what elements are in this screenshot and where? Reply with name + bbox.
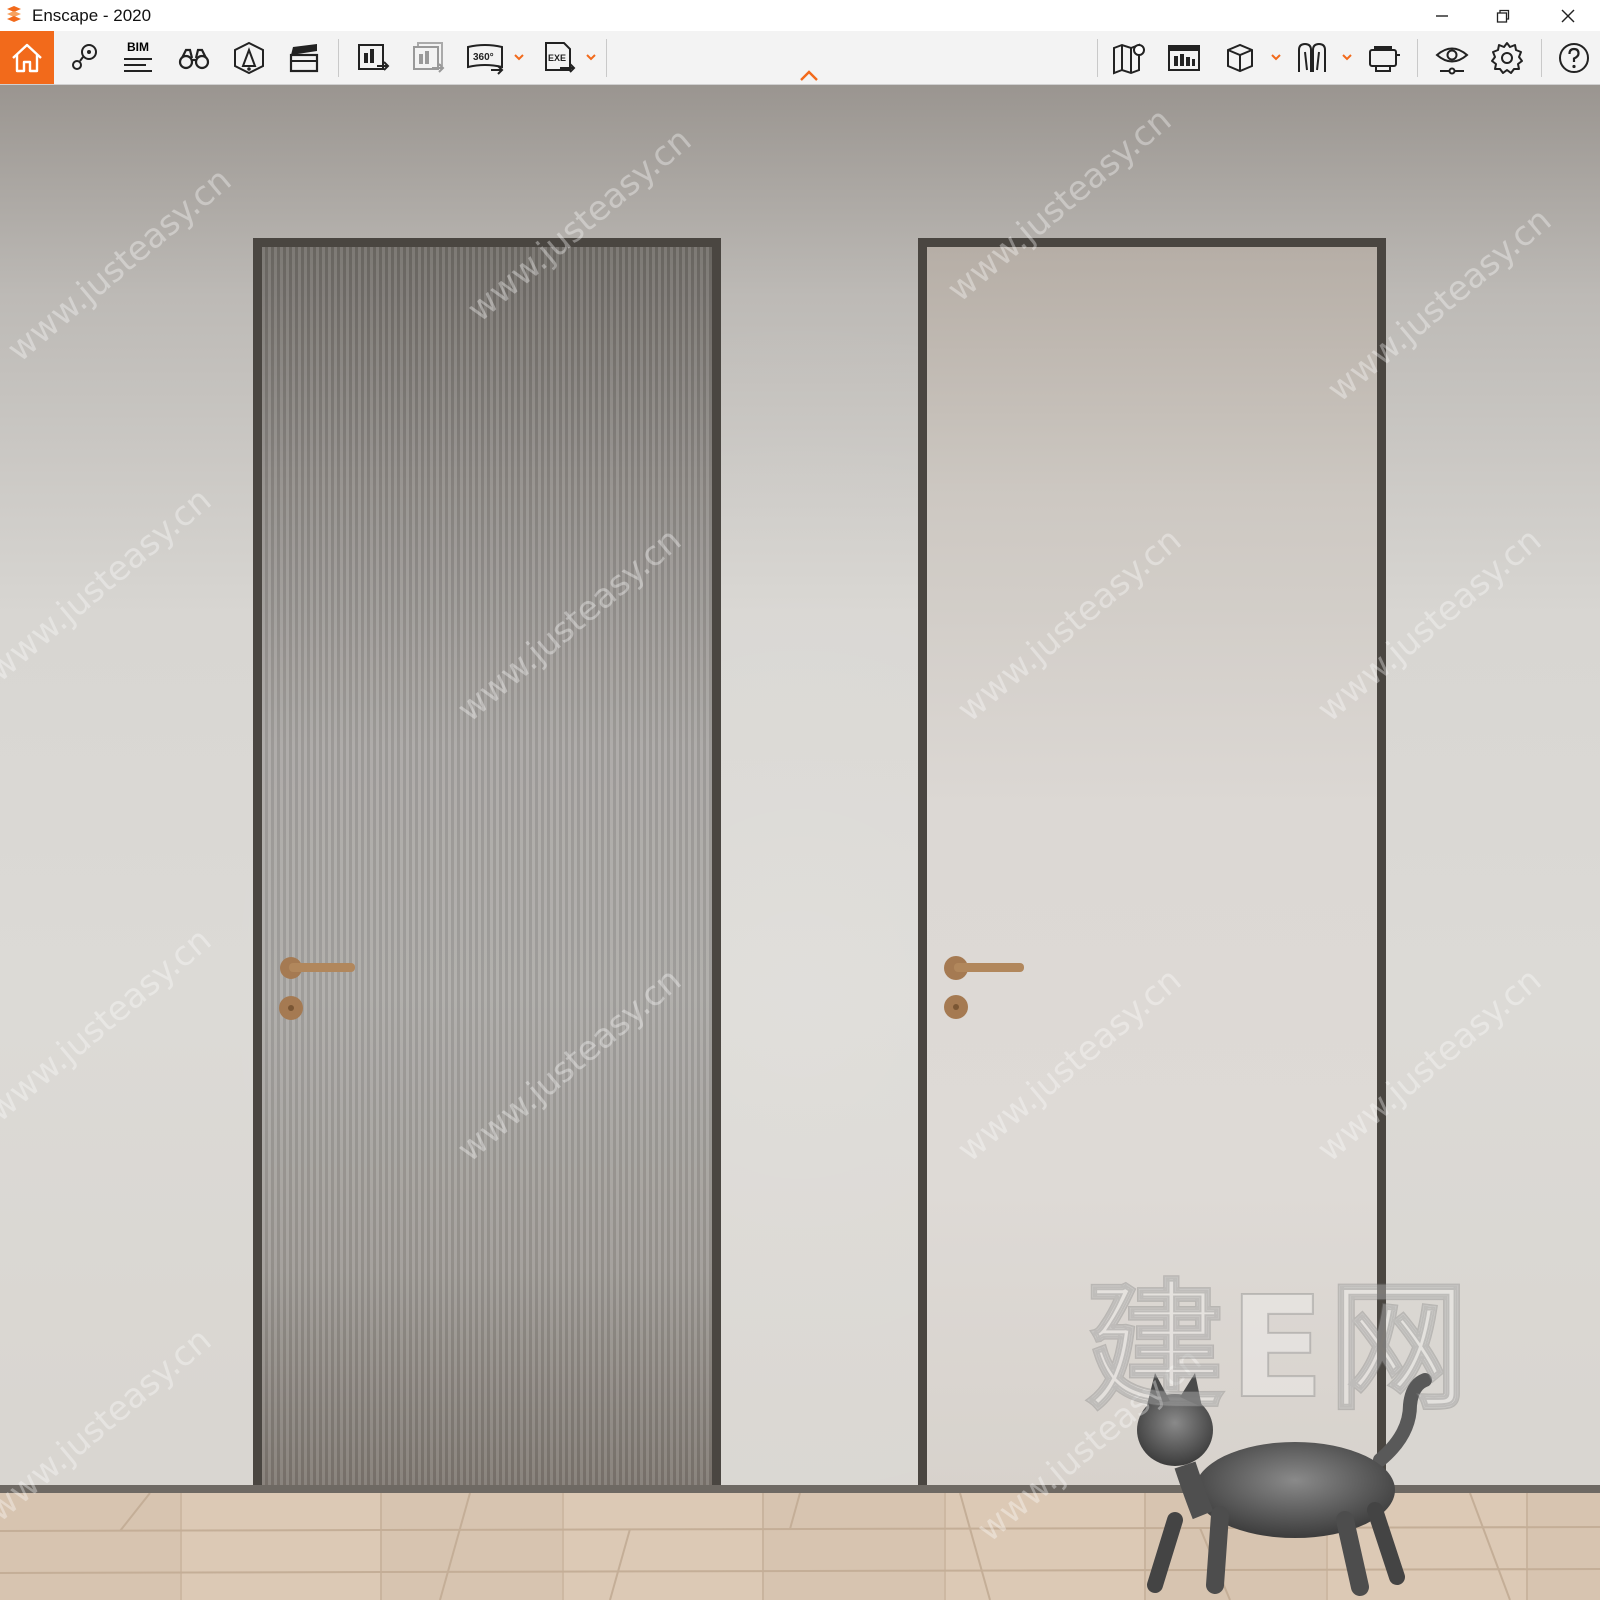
enscape-logo-icon (7, 6, 21, 22)
walk-dropdown-chevron-icon[interactable] (1341, 51, 1353, 63)
door-handle-right (944, 956, 1024, 1019)
bim-label: BIM (127, 39, 149, 54)
help-button[interactable] (1549, 31, 1599, 84)
minimize-icon (1436, 14, 1448, 17)
cube-dropdown-chevron-icon[interactable] (1270, 51, 1282, 63)
video-editor-button[interactable] (278, 31, 330, 84)
panorama-dropdown-chevron-icon[interactable] (513, 51, 525, 63)
close-button[interactable] (1538, 0, 1598, 31)
window-title: Enscape - 2020 (32, 6, 152, 25)
bim-icon (124, 57, 152, 72)
toolbar-separator (338, 39, 339, 77)
exe-export-icon: EXE (545, 41, 576, 73)
restore-icon (1496, 9, 1510, 23)
minimize-button[interactable] (1412, 0, 1472, 31)
restore-button[interactable] (1473, 0, 1533, 31)
help-icon (1559, 42, 1589, 73)
gear-icon (1491, 41, 1523, 74)
lighting-cone-icon (234, 41, 264, 74)
svg-text:360°: 360° (473, 52, 494, 63)
views-button[interactable] (60, 31, 110, 84)
asset-library-button[interactable] (1158, 31, 1210, 84)
home-icon (12, 43, 42, 72)
clapperboard-icon (289, 43, 319, 72)
white-panel-door (918, 238, 1386, 1495)
fluted-glass-panel (262, 247, 712, 1495)
visual-settings-icon (1435, 47, 1469, 74)
fluted-glass-door (253, 238, 721, 1495)
toolbar-separator (606, 39, 607, 77)
binoculars-icon (178, 48, 210, 69)
walk-mode-icon (1298, 42, 1326, 72)
map-icon (1113, 43, 1145, 74)
exe-export-button[interactable]: EXE (532, 31, 584, 84)
door-handle-left (279, 957, 355, 1020)
cat-model (1137, 1373, 1432, 1596)
title-bar: Enscape - 2020 (0, 0, 1600, 31)
bim-button[interactable]: BIM (113, 31, 163, 84)
asset-library-icon (1168, 44, 1200, 71)
walk-mode-button[interactable] (1286, 31, 1338, 84)
cube-view-icon (1227, 43, 1253, 72)
panorama-export-icon: 360° (467, 43, 504, 75)
vr-headset-icon (1369, 45, 1400, 72)
settings-button[interactable] (1481, 31, 1533, 84)
light-view-button[interactable] (223, 31, 275, 84)
screenshot-export-icon (358, 43, 390, 71)
batch-export-button[interactable] (403, 31, 453, 84)
toolbar-separator (1417, 39, 1418, 77)
svg-text:EXE: EXE (548, 53, 566, 63)
map-button[interactable] (1104, 31, 1154, 84)
collapse-toolbar-chevron-icon[interactable] (798, 69, 820, 83)
toolbar-separator (1097, 39, 1098, 77)
visual-settings-button[interactable] (1426, 31, 1478, 84)
vr-headset-button[interactable] (1358, 31, 1410, 84)
screenshot-export-button[interactable] (348, 31, 398, 84)
batch-export-icon (413, 41, 445, 73)
white-door-panel (927, 247, 1377, 1495)
panorama-export-button[interactable]: 360° (459, 31, 511, 84)
cube-view-button[interactable] (1214, 31, 1266, 84)
main-toolbar: BIM 360° EXE (0, 31, 1600, 85)
home-button[interactable] (0, 31, 54, 84)
binoculars-button[interactable] (168, 31, 220, 84)
close-icon (1561, 9, 1575, 22)
exe-dropdown-chevron-icon[interactable] (585, 51, 597, 63)
render-viewport[interactable]: www.justeasy.cn www.justeasy.cn www.just… (0, 85, 1600, 1600)
toolbar-separator (1541, 39, 1542, 77)
map-pin-icon (72, 43, 97, 70)
